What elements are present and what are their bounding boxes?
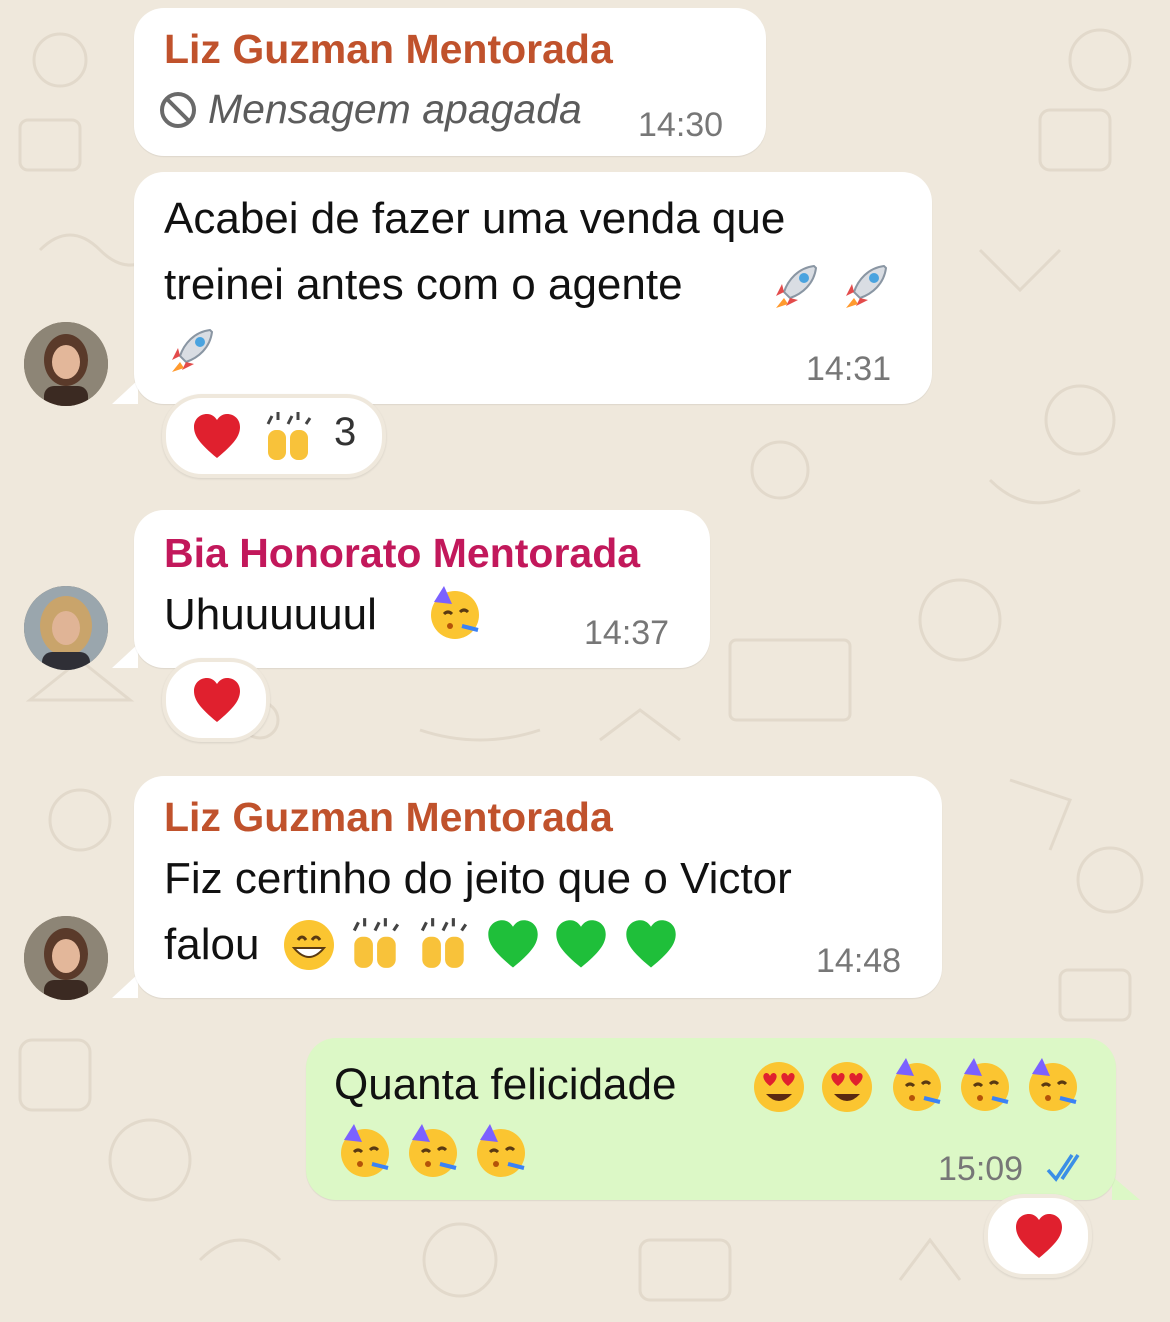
message-time: 14:30	[638, 106, 724, 144]
red-heart-emoji	[194, 678, 240, 722]
message-bubble-outgoing[interactable]: Quanta felicidade 15:09	[306, 1038, 1116, 1200]
green-heart-emoji	[626, 920, 676, 968]
green-heart-emoji	[556, 920, 606, 968]
reaction-pill[interactable]	[162, 658, 270, 742]
message-text-line: Acabei de fazer uma venda que	[164, 194, 786, 243]
sender-name[interactable]: Liz Guzman Mentorada	[164, 26, 613, 73]
message-text-line: treinei antes com o agente	[164, 260, 683, 309]
rocket-emoji	[172, 328, 214, 372]
sender-name[interactable]: Liz Guzman Mentorada	[164, 794, 613, 841]
message-time: 14:31	[806, 350, 892, 388]
message-bubble-deleted[interactable]: Liz Guzman Mentorada Mensagem apagada 14…	[134, 8, 766, 156]
sender-name[interactable]: Bia Honorato Mentorada	[164, 530, 640, 577]
message-time: 14:37	[584, 614, 670, 652]
heart-eyes-emoji	[822, 1062, 872, 1112]
grinning-face-emoji	[284, 920, 334, 970]
message-bubble-celebration[interactable]: Bia Honorato Mentorada Uhuuuuuul 14:37	[134, 510, 710, 668]
avatar-bia[interactable]	[24, 586, 108, 670]
raising-hands-emoji	[352, 918, 400, 968]
partying-face-emoji	[409, 1124, 457, 1177]
raising-hands-emoji	[266, 412, 312, 460]
message-text: Uhuuuuuul	[164, 590, 377, 639]
partying-face-emoji	[893, 1058, 941, 1111]
message-time: 15:09	[938, 1150, 1024, 1188]
heart-eyes-emoji	[754, 1062, 804, 1112]
red-heart-emoji	[1016, 1214, 1062, 1258]
rocket-emoji	[846, 264, 888, 308]
blocked-icon	[160, 92, 196, 128]
partying-face-emoji	[961, 1058, 1009, 1111]
partying-face-emoji	[431, 586, 479, 639]
partying-face-emoji	[1029, 1058, 1077, 1111]
partying-face-emoji	[477, 1124, 525, 1177]
message-text-line: falou	[164, 920, 260, 969]
message-bubble-sale[interactable]: Acabei de fazer uma venda que treinei an…	[134, 172, 932, 404]
deleted-message-text: Mensagem apagada	[208, 86, 582, 132]
message-text-line: Quanta felicidade	[334, 1060, 677, 1109]
reaction-pill[interactable]	[984, 1194, 1092, 1278]
reaction-pill[interactable]: 3	[162, 394, 386, 478]
green-heart-emoji	[488, 920, 538, 968]
read-ticks-icon	[1046, 1154, 1080, 1182]
message-bubble-victor[interactable]: Liz Guzman Mentorada Fiz certinho do jei…	[134, 776, 942, 998]
message-text-line: Fiz certinho do jeito que o Victor	[164, 854, 792, 903]
partying-face-emoji	[341, 1124, 389, 1177]
avatar-liz[interactable]	[24, 916, 108, 1000]
rocket-emoji	[776, 264, 818, 308]
raising-hands-emoji	[420, 918, 468, 968]
avatar-liz[interactable]	[24, 322, 108, 406]
red-heart-emoji	[194, 414, 240, 458]
message-time: 14:48	[816, 942, 902, 980]
reaction-count: 3	[334, 410, 357, 454]
